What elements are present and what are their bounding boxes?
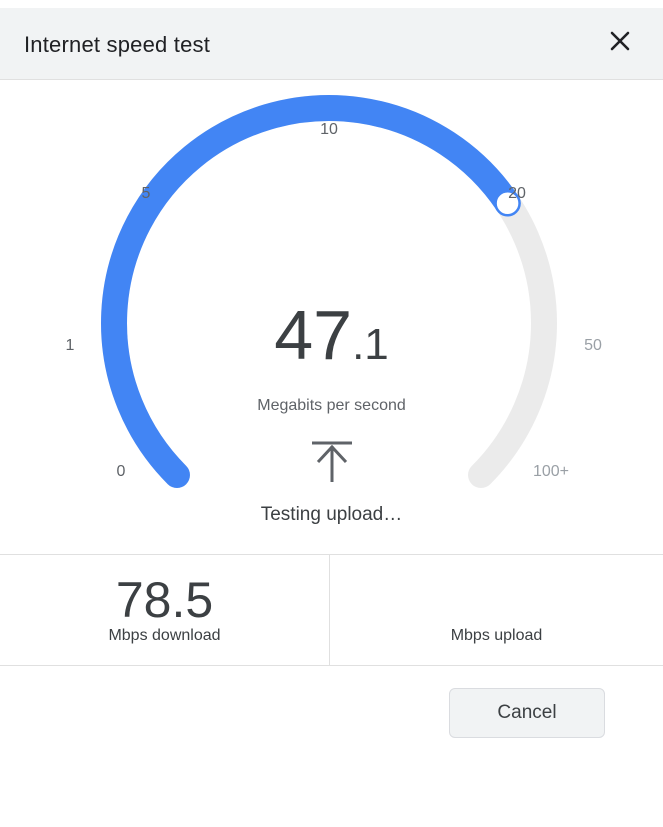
download-label: Mbps download <box>108 627 221 644</box>
upload-arrow-icon <box>310 440 354 484</box>
gauge-progress-arc <box>101 95 521 489</box>
download-result: 78.5 Mbps download <box>0 555 330 665</box>
speed-gauge: 0 1 5 10 20 50 100+ 47.1 Megabits per se… <box>0 0 663 560</box>
speed-unit-label: Megabits per second <box>257 397 406 414</box>
current-speed-decimal: .1 <box>352 320 389 369</box>
gauge-tick-20: 20 <box>508 185 526 202</box>
gauge-tick-0: 0 <box>116 463 126 480</box>
current-speed: 47.1 <box>0 300 663 370</box>
test-status: Testing upload… <box>260 504 403 525</box>
upload-result: Mbps upload <box>330 555 663 665</box>
gauge-tick-5: 5 <box>141 185 151 202</box>
results-row: 78.5 Mbps download Mbps upload <box>0 554 663 666</box>
speed-test-dialog: Internet speed test 0 1 5 10 20 50 100+ … <box>0 0 663 827</box>
gauge-tick-100-plus: 100+ <box>532 463 570 480</box>
gauge-tick-10: 10 <box>320 121 338 138</box>
cancel-button[interactable]: Cancel <box>449 688 605 738</box>
download-value: 78.5 <box>115 572 214 628</box>
upload-label: Mbps upload <box>450 627 543 644</box>
current-speed-integer: 47 <box>274 296 353 374</box>
